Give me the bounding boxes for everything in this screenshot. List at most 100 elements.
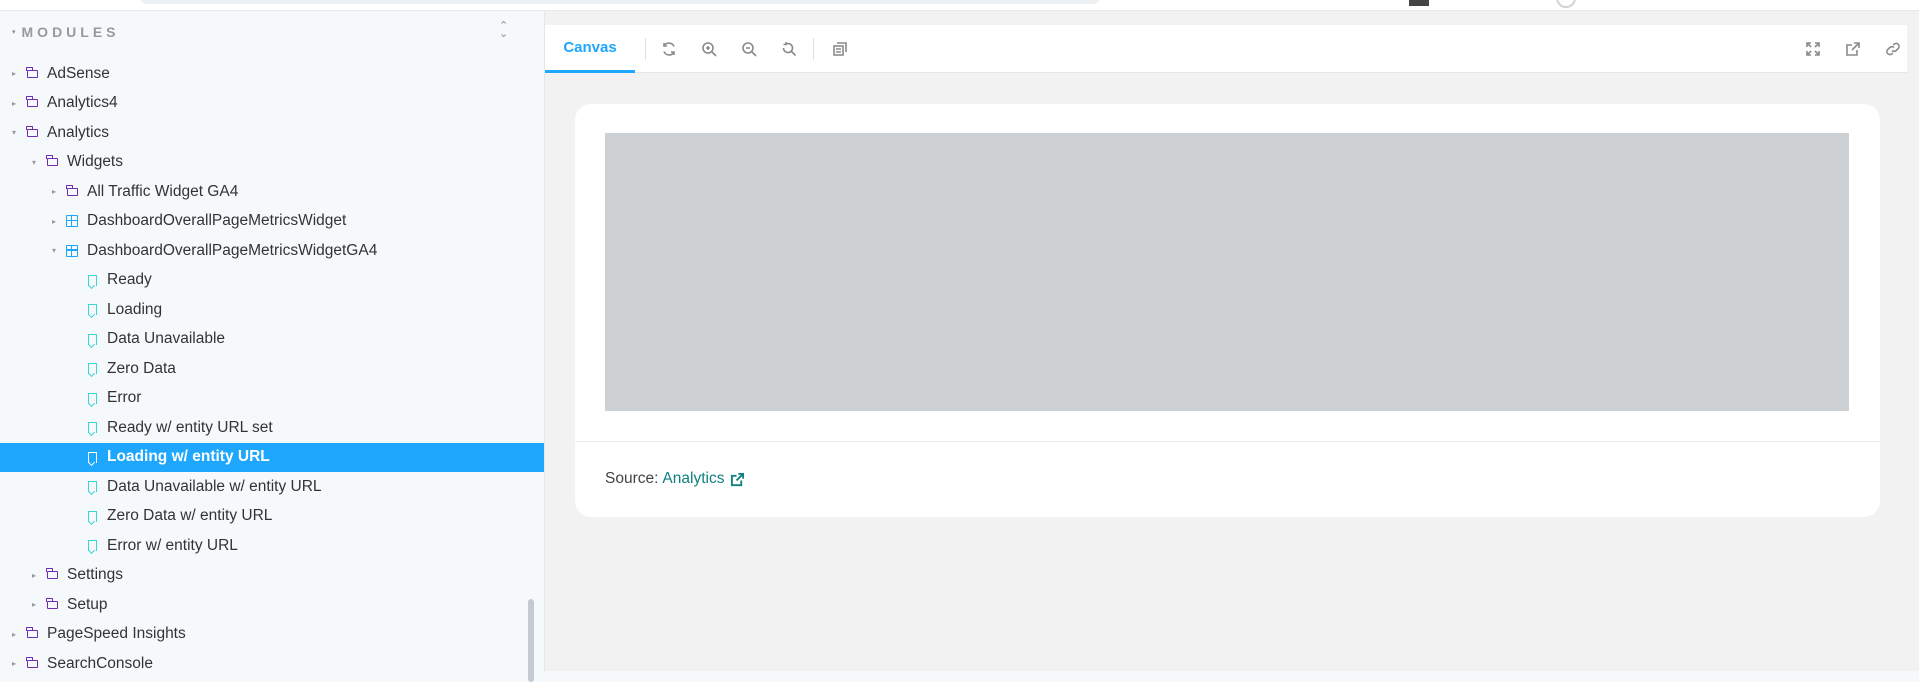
story-icon [85,303,99,317]
tree-item-label: Ready w/ entity URL set [107,418,273,436]
chevron-right-icon[interactable]: ▸ [9,659,19,668]
browser-top-strip [0,0,1919,11]
chevron-down-icon[interactable]: ▾ [49,246,59,255]
folder-icon [25,66,39,81]
tree-item-error[interactable]: Error [0,384,544,413]
story-icon [85,509,99,523]
preview-scrollbar[interactable] [1907,25,1919,671]
story-icon [85,421,99,435]
zoom-in-icon[interactable] [698,38,720,60]
tree-item-label: Ready [107,271,152,288]
zoom-reset-icon[interactable] [778,38,800,60]
tree-item-settings[interactable]: ▸ Settings [0,561,544,590]
folder-icon [25,96,39,110]
tree-item-label: DashboardOverallPageMetricsWidget [87,212,347,229]
loading-placeholder [605,133,1849,411]
folder-icon [45,597,59,612]
external-link-icon[interactable] [730,472,745,487]
tree-item-label: All Traffic Widget GA4 [87,182,239,200]
tree-item-dashboardoverallpagemetricswidgetga4[interactable]: ▾ DashboardOverallPageMetricsWidgetGA4 [0,236,544,265]
folder-icon [65,184,79,199]
tree-item-label: PageSpeed Insights [47,625,186,642]
tree-item-label: AdSense [47,64,110,82]
tree-item-label: Loading w/ entity URL [107,448,270,465]
tree-item-loading-w-entity-url[interactable]: Loading w/ entity URL [0,442,544,472]
sidebar: ▾ MODULES ⌃ ⌄ ▸ AdSense ▸ Analytics4 ▾ Analyti… [0,11,544,682]
preview-panel: Canvas Source: Analytics [544,11,1919,671]
chevron-right-icon[interactable]: ▸ [49,217,59,226]
source-label: Source: [605,470,659,487]
profile-circle [1556,0,1576,8]
story-icon [85,391,99,405]
tree-item-ready[interactable]: Ready [0,266,544,295]
toolbar-divider [813,38,814,60]
copy-link-icon[interactable] [1882,38,1904,60]
chevron-right-icon[interactable]: ▸ [29,571,39,580]
tree-item-all-traffic-widget-ga4[interactable]: ▸ All Traffic Widget GA4 [0,177,544,206]
chevron-right-icon[interactable]: ▸ [49,187,59,196]
tree-item-widgets[interactable]: ▾ Widgets [0,148,544,177]
refresh-icon[interactable] [658,38,680,60]
open-new-tab-icon[interactable] [1842,38,1864,60]
chevron-down-icon[interactable]: ▾ [29,158,39,167]
tree-item-label: Zero Data [107,359,176,377]
tree-item-loading[interactable]: Loading [0,295,544,324]
component-icon [65,244,79,258]
tree-item-error-w-entity-url[interactable]: Error w/ entity URL [0,531,544,560]
fullscreen-icon[interactable] [1802,38,1824,60]
chevron-right-icon[interactable]: ▸ [9,630,19,639]
tree-item-label: Setup [67,595,108,613]
story-icon [85,450,99,464]
background-icon[interactable] [829,38,851,60]
tree-item-analytics4[interactable]: ▸ Analytics4 [0,89,544,118]
preview-toolbar: Canvas [545,25,1908,73]
source-footer: Source: Analytics [605,470,745,488]
tab-canvas[interactable]: Canvas [545,25,635,73]
tree-item-ready-w-entity-url-set[interactable]: Ready w/ entity URL set [0,413,544,442]
tree-item-pagespeed-insights[interactable]: ▸ PageSpeed Insights [0,620,544,649]
tree-item-label: Analytics4 [47,94,118,111]
toolbar-badge [1409,0,1429,6]
chevron-down-icon: ▾ [12,29,16,36]
source-link[interactable]: Analytics [662,470,724,488]
chevron-right-icon[interactable]: ▸ [29,600,39,609]
tree-item-label: Data Unavailable w/ entity URL [107,477,322,495]
component-icon [65,214,79,228]
folder-icon [25,627,39,641]
sidebar-scrollbar[interactable] [528,599,534,682]
chevron-right-icon[interactable]: ▸ [9,99,19,108]
story-icon [85,539,99,553]
tree-item-label: Loading [107,300,163,318]
modules-header-label: MODULES [21,24,120,40]
zoom-out-icon[interactable] [738,38,760,60]
tree-item-data-unavailable[interactable]: Data Unavailable [0,325,544,354]
folder-icon [45,568,59,582]
address-bar-edge [140,0,1100,4]
tree-item-searchconsole[interactable]: ▸ SearchConsole [0,649,544,678]
tree-item-setup[interactable]: ▸ Setup [0,590,544,619]
chevron-down-icon[interactable]: ▾ [9,128,19,137]
widget-card: Source: Analytics [575,104,1880,517]
folder-icon [25,656,39,671]
story-icon [85,480,99,494]
story-icon [85,332,99,346]
story-icon [85,362,99,376]
modules-header[interactable]: ▾ MODULES [12,22,120,42]
folder-icon [45,155,59,169]
tree-item-analytics[interactable]: ▾ Analytics [0,118,544,147]
tree-item-zero-data-w-entity-url[interactable]: Zero Data w/ entity URL [0,502,544,531]
tree-item-adsense[interactable]: ▸ AdSense [0,59,544,88]
tree-item-dashboardoverallpagemetricswidget[interactable]: ▸ DashboardOverallPageMetricsWidget [0,207,544,236]
tree-item-zero-data[interactable]: Zero Data [0,354,544,383]
story-icon [85,273,99,287]
tree-item-label: Settings [67,566,124,583]
tree-item-label: SearchConsole [47,654,153,672]
collapse-all-icon[interactable]: ⌃ ⌄ [499,21,508,40]
tree-item-data-unavailable-w-entity-url[interactable]: Data Unavailable w/ entity URL [0,472,544,501]
chevron-right-icon[interactable]: ▸ [9,69,19,78]
card-divider [575,441,1880,442]
tree-item-label: Data Unavailable [107,330,226,347]
tree-item-label: Analytics [47,123,110,141]
tree-item-label: DashboardOverallPageMetricsWidgetGA4 [87,241,378,259]
tree-item-label: Zero Data w/ entity URL [107,507,273,524]
